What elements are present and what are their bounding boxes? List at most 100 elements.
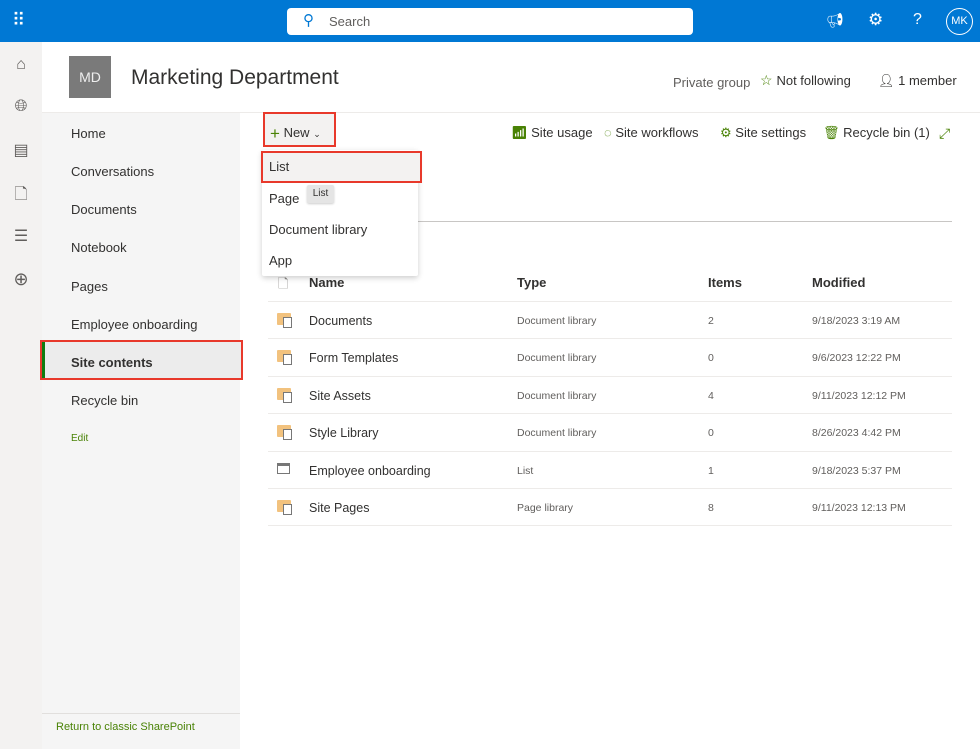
home-icon[interactable]: ⌂ — [11, 56, 31, 76]
table-row[interactable]: Site Pages Page library 8 9/11/2023 12:1… — [268, 488, 952, 525]
site-workflows-label: Site workflows — [615, 125, 699, 140]
search-placeholder: Search — [329, 14, 371, 29]
new-label: New — [283, 125, 310, 140]
row-type: Document library — [517, 352, 597, 365]
globe-icon[interactable]: 🌐︎ — [11, 98, 31, 118]
list-icon — [277, 462, 290, 474]
table-row[interactable]: Employee onboarding List 1 9/18/2023 5:3… — [268, 450, 952, 488]
follow-button[interactable]: ☆ Not following — [760, 72, 851, 89]
site-settings-button[interactable]: ⚙ Site settings — [720, 125, 806, 141]
members-button[interactable]: 👤︎ 1 member — [878, 73, 957, 89]
table-row[interactable]: Documents Document library 2 9/18/2023 3… — [268, 301, 952, 338]
row-modified: 9/6/2023 12:22 PM — [812, 352, 901, 365]
library-icon — [277, 313, 292, 328]
column-name[interactable]: Name — [309, 275, 344, 290]
row-items: 4 — [708, 389, 714, 402]
row-name[interactable]: Site Assets — [309, 389, 371, 403]
row-items: 0 — [708, 352, 714, 365]
row-type: Document library — [517, 427, 597, 440]
new-button[interactable]: + New ⌄ — [263, 112, 336, 147]
table-row[interactable]: Style Library Document library 0 8/26/20… — [268, 413, 952, 450]
chevron-down-icon: ⌄ — [313, 129, 321, 139]
file-icon[interactable]: 🗋 — [11, 183, 31, 203]
row-name[interactable]: Site Pages — [309, 501, 369, 515]
file-type-icon: 🗋 — [278, 276, 289, 291]
star-icon: ☆ — [760, 72, 773, 88]
row-type: Document library — [517, 389, 597, 402]
nav-edit-link[interactable]: Edit — [71, 433, 88, 444]
gear-icon[interactable]: ⚙ — [868, 10, 883, 30]
row-items: 8 — [708, 502, 714, 514]
nav-employee-onboarding[interactable]: Employee onboarding — [71, 317, 197, 332]
nav-home[interactable]: Home — [71, 126, 106, 141]
site-logo: MD — [69, 56, 111, 98]
row-items: 1 — [708, 464, 714, 477]
selected-indicator — [42, 342, 45, 378]
recycle-bin-button[interactable]: 🗑︎ Recycle bin (1) — [823, 125, 930, 141]
search-icon: ⚲ — [303, 12, 314, 29]
row-items: 2 — [708, 315, 714, 327]
search-input[interactable]: ⚲ Search — [287, 8, 693, 35]
row-modified: 9/18/2023 3:19 AM — [812, 315, 901, 327]
person-icon: 👤︎ — [878, 73, 895, 88]
menu-item-document-library[interactable]: Document library — [269, 222, 367, 237]
follow-label: Not following — [776, 73, 851, 88]
library-icon — [277, 425, 292, 441]
app-launcher-icon[interactable]: ⠿ — [12, 10, 25, 31]
suite-bar: ⠿ ⚲ Search 📢︎ ⚙ ? MK — [0, 0, 980, 42]
row-modified: 8/26/2023 4:42 PM — [812, 427, 901, 440]
divider — [268, 525, 952, 526]
menu-item-list[interactable]: List — [269, 159, 289, 174]
lists-icon[interactable]: ☰ — [11, 226, 31, 246]
nav-conversations[interactable]: Conversations — [71, 164, 154, 179]
avatar[interactable]: MK — [946, 8, 973, 35]
recycle-bin-label: Recycle bin (1) — [843, 125, 930, 140]
row-modified: 9/18/2023 5:37 PM — [812, 464, 901, 477]
return-classic-link[interactable]: Return to classic SharePoint — [56, 721, 195, 733]
row-name[interactable]: Form Templates — [309, 351, 398, 365]
row-name[interactable]: Documents — [309, 314, 372, 328]
chart-icon: 📶︎ — [511, 125, 528, 140]
column-items[interactable]: Items — [708, 275, 742, 290]
divider — [42, 713, 240, 714]
library-icon — [277, 350, 292, 366]
row-modified: 9/11/2023 12:12 PM — [812, 389, 906, 402]
site-title[interactable]: Marketing Department — [131, 66, 339, 90]
table-row[interactable]: Site Assets Document library 4 9/11/2023… — [268, 375, 952, 413]
nav-recycle-bin[interactable]: Recycle bin — [71, 393, 138, 408]
row-type: Document library — [517, 315, 597, 327]
site-workflows-button[interactable]: ◌ Site workflows — [604, 125, 698, 140]
nav-documents[interactable]: Documents — [71, 202, 137, 217]
library-icon — [277, 387, 292, 403]
workflow-icon: ◌ — [604, 125, 612, 140]
help-icon[interactable]: ? — [913, 11, 922, 29]
site-usage-label: Site usage — [531, 125, 593, 140]
row-type: List — [517, 464, 534, 477]
library-icon — [277, 500, 292, 515]
row-items: 0 — [708, 427, 714, 440]
menu-item-page[interactable]: Page — [269, 191, 299, 206]
gear-icon: ⚙ — [720, 125, 732, 140]
row-name[interactable]: Style Library — [309, 426, 378, 440]
column-type[interactable]: Type — [517, 275, 546, 290]
nav-notebook[interactable]: Notebook — [71, 240, 127, 255]
expand-icon[interactable]: ⤢ — [939, 125, 950, 142]
news-icon[interactable]: ▤ — [11, 140, 31, 160]
nav-site-contents[interactable]: Site contents — [71, 355, 153, 370]
row-modified: 9/11/2023 12:13 PM — [812, 502, 906, 514]
privacy-label: Private group — [673, 75, 751, 90]
column-modified[interactable]: Modified — [812, 275, 865, 290]
create-icon[interactable]: ⊕ — [11, 269, 31, 289]
menu-item-app[interactable]: App — [269, 253, 292, 268]
site-settings-label: Site settings — [735, 125, 807, 140]
plus-icon: + — [270, 124, 280, 143]
site-usage-button[interactable]: 📶︎ Site usage — [511, 125, 593, 141]
row-name[interactable]: Employee onboarding — [309, 464, 431, 478]
table-row[interactable]: Form Templates Document library 0 9/6/20… — [268, 338, 952, 375]
megaphone-icon[interactable]: 📢︎ — [826, 12, 844, 29]
app-bar: ⌂ 🌐︎ ▤ 🗋 ☰ ⊕ — [0, 42, 42, 749]
nav-pages[interactable]: Pages — [71, 279, 108, 294]
tooltip: List — [307, 185, 334, 203]
row-type: Page library — [517, 502, 574, 514]
divider — [418, 221, 952, 222]
